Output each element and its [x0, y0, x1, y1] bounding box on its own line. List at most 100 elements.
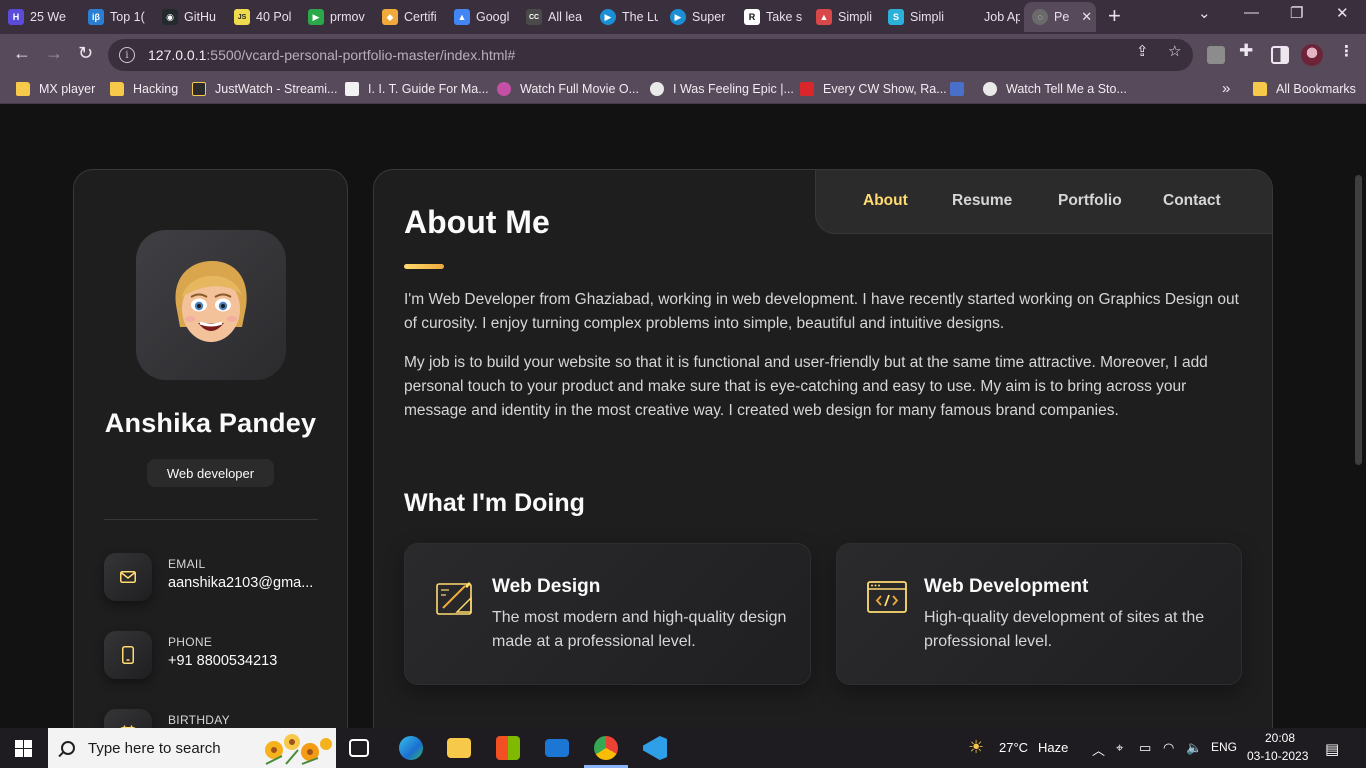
menu-kebab-icon[interactable]: ⋮ — [1339, 42, 1354, 60]
extensions-puzzle-icon[interactable]: ✚ — [1239, 41, 1253, 61]
tab-favicon-icon: ▶ — [600, 9, 616, 25]
browser-tab[interactable]: H 25 We — [0, 2, 76, 32]
all-bookmarks[interactable]: All Bookmarks — [1253, 82, 1356, 96]
network-usage-icon[interactable]: ⌖ — [1116, 740, 1123, 756]
new-tab-button[interactable]: + — [1108, 5, 1121, 27]
bookmark-label: JustWatch - Streami... — [215, 82, 338, 96]
notifications-icon[interactable]: ▤ — [1325, 740, 1339, 758]
wifi-icon[interactable]: ◠ — [1163, 740, 1174, 756]
taskbar-search[interactable]: Type here to search — [48, 728, 336, 768]
profile-sidebar: Anshika Pandey Web developer Email aansh… — [73, 169, 348, 728]
contact-label: Birthday — [168, 713, 230, 727]
about-paragraph: I'm Web Developer from Ghaziabad, workin… — [404, 291, 1239, 332]
edge-browser-icon[interactable] — [399, 736, 423, 760]
folder-icon — [110, 82, 124, 96]
profile-avatar[interactable] — [1301, 44, 1323, 66]
clock-date[interactable]: 03-10-2023 — [1247, 749, 1308, 763]
tab-search-chevron-icon[interactable]: ⌄ — [1198, 4, 1211, 22]
bookmark-item[interactable]: Hacking — [110, 82, 178, 96]
all-bookmarks-label: All Bookmarks — [1276, 82, 1356, 96]
browser-tab[interactable]: ▶ prmov — [300, 2, 372, 32]
restore-button[interactable]: ❐ — [1290, 4, 1303, 22]
profile-name: Anshika Pandey — [104, 408, 317, 438]
service-text: High-quality development of sites at the… — [924, 609, 1205, 650]
page-scrollbar[interactable] — [1355, 175, 1362, 465]
file-explorer-icon[interactable] — [447, 738, 471, 758]
bookmark-item[interactable] — [950, 82, 973, 96]
weather-temp[interactable]: 27°C — [999, 740, 1028, 755]
language-indicator[interactable]: ENG — [1211, 740, 1237, 754]
browser-tab[interactable]: ◉ GitHu — [154, 2, 226, 32]
nav-resume[interactable]: Resume — [952, 192, 1012, 210]
tab-favicon-icon: S — [888, 9, 904, 25]
bookmark-item[interactable]: Watch Full Movie O... — [497, 82, 639, 96]
bookmark-item[interactable]: I Was Feeling Epic |... — [650, 82, 794, 96]
url-path: :5500/vcard-personal-portfolio-master/in… — [206, 47, 516, 63]
clock-time[interactable]: 20:08 — [1258, 731, 1302, 745]
browser-tab[interactable]: S Simpli — [880, 2, 952, 32]
search-icon — [61, 741, 75, 755]
share-icon[interactable]: ⇪ — [1136, 42, 1149, 60]
back-button[interactable]: ← — [13, 43, 31, 64]
tab-favicon-icon: iβ — [88, 9, 104, 25]
browser-tab[interactable]: ▲ Simpli — [808, 2, 880, 32]
bookmarks-overflow-button[interactable]: » — [1222, 80, 1230, 97]
windows-start-icon[interactable] — [15, 740, 32, 757]
battery-icon[interactable]: ▭ — [1139, 740, 1151, 756]
tab-favicon-icon: ▲ — [816, 9, 832, 25]
browser-tab[interactable]: JS 40 Pol — [226, 2, 298, 32]
weather-icon[interactable]: ☀ — [968, 737, 984, 758]
bookmark-item[interactable]: MX player — [16, 82, 95, 96]
reload-button[interactable]: ↻ — [78, 43, 93, 64]
nav-contact[interactable]: Contact — [1163, 192, 1221, 210]
bookmark-item[interactable]: I. I. T. Guide For Ma... — [345, 82, 489, 96]
institution-icon — [345, 82, 359, 96]
tab-title: 40 Pol — [256, 10, 292, 24]
bookmark-item[interactable]: Every CW Show, Ra... — [800, 82, 947, 96]
site-info-icon[interactable]: i — [119, 47, 135, 63]
weather-desc[interactable]: Haze — [1038, 740, 1068, 755]
browser-tab[interactable]: Job Ap — [954, 2, 1024, 32]
side-panel-icon[interactable] — [1271, 46, 1289, 64]
browser-tab[interactable]: iβ Top 1( — [80, 2, 152, 32]
browser-toolbar: ← → ↻ i 127.0.0.1:5500/vcard-personal-po… — [0, 34, 1366, 76]
browser-tab[interactable]: CC All lea — [518, 2, 590, 32]
browser-tab-active[interactable]: ◌ Pe ✕ — [1024, 2, 1096, 32]
task-view-icon[interactable] — [349, 739, 369, 757]
bookmark-item[interactable]: JustWatch - Streami... — [192, 82, 337, 96]
phone-link[interactable]: +91 8800534213 — [168, 653, 277, 669]
extension-icon[interactable] — [1207, 46, 1225, 64]
browser-tab[interactable]: ▶ Super — [662, 2, 734, 32]
store-icon[interactable] — [496, 736, 520, 760]
tab-close-icon[interactable]: ✕ — [1081, 9, 1092, 25]
nav-portfolio[interactable]: Portfolio — [1058, 192, 1122, 210]
mail-icon — [104, 553, 152, 601]
bookmark-star-icon[interactable]: ☆ — [1168, 42, 1181, 60]
browser-tab[interactable]: ◆ Certifi — [374, 2, 446, 32]
tab-favicon-icon: JS — [234, 9, 250, 25]
forward-button[interactable]: → — [45, 43, 63, 64]
bookmark-label: MX player — [39, 82, 96, 96]
bookmark-label: I Was Feeling Epic |... — [673, 82, 794, 96]
service-text: The most modern and high-quality design … — [492, 609, 787, 650]
tray-chevron-icon[interactable]: ︿ — [1092, 740, 1105, 759]
email-link[interactable]: aanshika2103@gma... — [168, 575, 313, 591]
service-card: Web Design The most modern and high-qual… — [404, 543, 811, 685]
nav-about[interactable]: About — [863, 192, 908, 210]
close-window-button[interactable]: ✕ — [1336, 4, 1349, 22]
chrome-icon[interactable] — [594, 736, 618, 760]
browser-tab[interactable]: ▲ Googl — [446, 2, 518, 32]
tab-favicon-icon — [962, 9, 978, 25]
minimize-button[interactable]: — — [1244, 4, 1259, 21]
address-bar[interactable]: i 127.0.0.1:5500/vcard-personal-portfoli… — [108, 39, 1193, 71]
bookmark-item[interactable]: Watch Tell Me a Sto... — [983, 82, 1127, 96]
browser-tab[interactable]: R Take s — [736, 2, 808, 32]
phone-icon — [104, 631, 152, 679]
volume-icon[interactable]: 🔈 — [1186, 740, 1202, 756]
code-window-icon — [867, 581, 907, 613]
mail-app-icon[interactable] — [545, 739, 569, 757]
separator — [104, 519, 318, 520]
about-article: About Resume Portfolio Contact About Me … — [373, 169, 1273, 728]
browser-tab[interactable]: ▶ The Lu — [592, 2, 664, 32]
vscode-icon[interactable] — [643, 736, 667, 760]
